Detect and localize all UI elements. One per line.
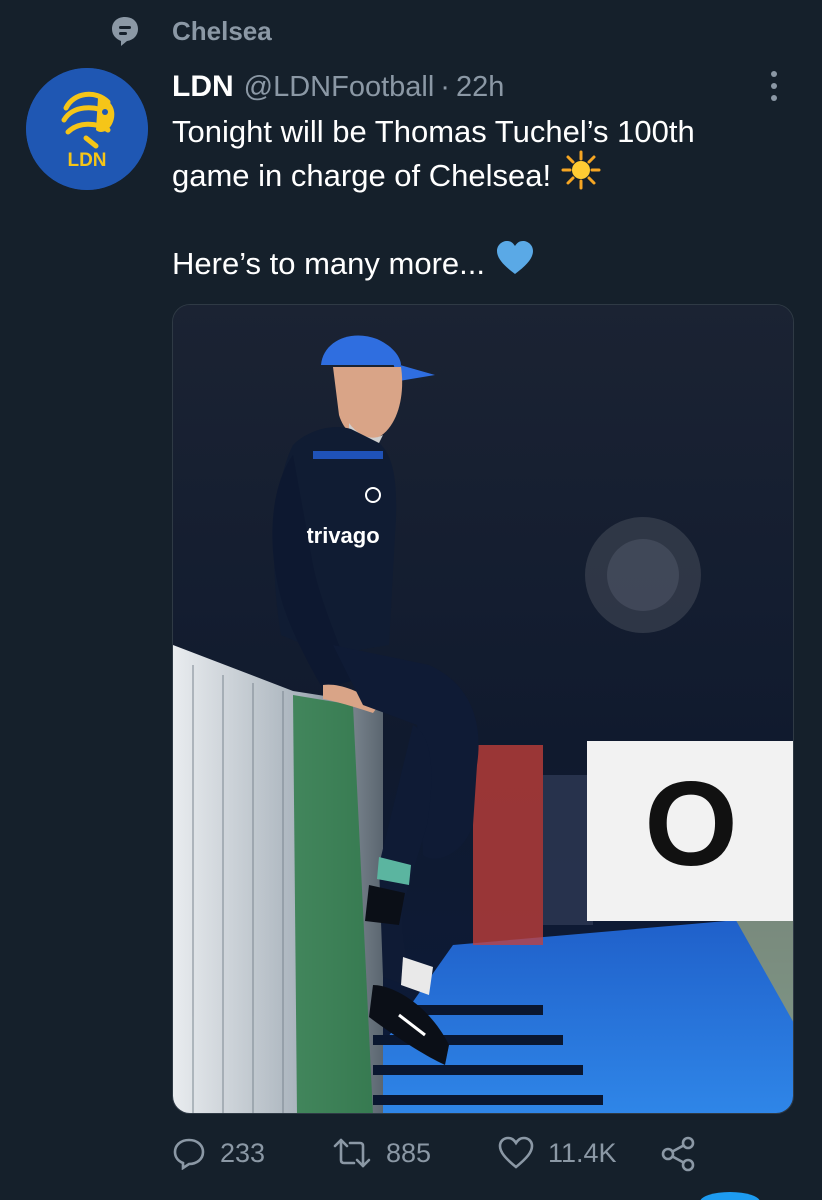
- timestamp[interactable]: 22h: [456, 71, 504, 104]
- retweet-count: 885: [386, 1137, 432, 1168]
- share-button[interactable]: [660, 1136, 696, 1172]
- tweet-line-1: Tonight will be Thomas Tuchel’s 100th: [172, 114, 695, 149]
- avatar-text: LDN: [67, 150, 106, 171]
- reply-button[interactable]: 233: [172, 1136, 265, 1170]
- retweet-button[interactable]: 885: [332, 1136, 431, 1170]
- kit-sponsor: trivago: [306, 523, 379, 548]
- board-text: O: [644, 757, 737, 891]
- more-options-icon[interactable]: [760, 66, 788, 106]
- reply-count: 233: [220, 1137, 266, 1168]
- tweet-text: Tonight will be Thomas Tuchel’s 100th ga…: [172, 110, 782, 286]
- tweet-line: game in charge of Chelsea!: [172, 150, 782, 198]
- separator-dot: ·: [440, 71, 450, 103]
- sun-emoji-icon: [561, 150, 601, 202]
- share-icon: [660, 1136, 696, 1172]
- avatar[interactable]: LDN: [26, 68, 148, 190]
- topic-context[interactable]: Chelsea: [108, 14, 272, 48]
- like-button[interactable]: 11.4K: [498, 1136, 617, 1170]
- tweet-line-3: Here’s to many more...: [172, 246, 485, 281]
- tweet-page: Chelsea LDN LDN @LDNFootball · 22h Tonig…: [0, 0, 822, 1200]
- tweet-photo[interactable]: O trivago: [172, 304, 794, 1114]
- tweet-header: LDN @LDNFootball · 22h: [172, 70, 504, 106]
- tweet-line: Here’s to many more...: [172, 239, 782, 289]
- tweet-line-2: game in charge of Chelsea!: [172, 158, 552, 193]
- topic-label: Chelsea: [172, 16, 272, 46]
- display-name[interactable]: LDN: [172, 70, 234, 104]
- topic-icon: [108, 14, 142, 48]
- compose-button-edge[interactable]: [700, 1192, 760, 1200]
- blue-heart-emoji-icon: [495, 239, 535, 289]
- handle[interactable]: @LDNFootball: [244, 71, 435, 104]
- heart-icon: [498, 1136, 534, 1170]
- tweet-actions: 233 885 11.4K: [172, 1136, 712, 1186]
- reply-icon: [172, 1136, 206, 1170]
- tweet-line: Tonight will be Thomas Tuchel’s 100th: [172, 110, 782, 154]
- retweet-icon: [332, 1136, 372, 1170]
- like-count: 11.4K: [548, 1137, 617, 1168]
